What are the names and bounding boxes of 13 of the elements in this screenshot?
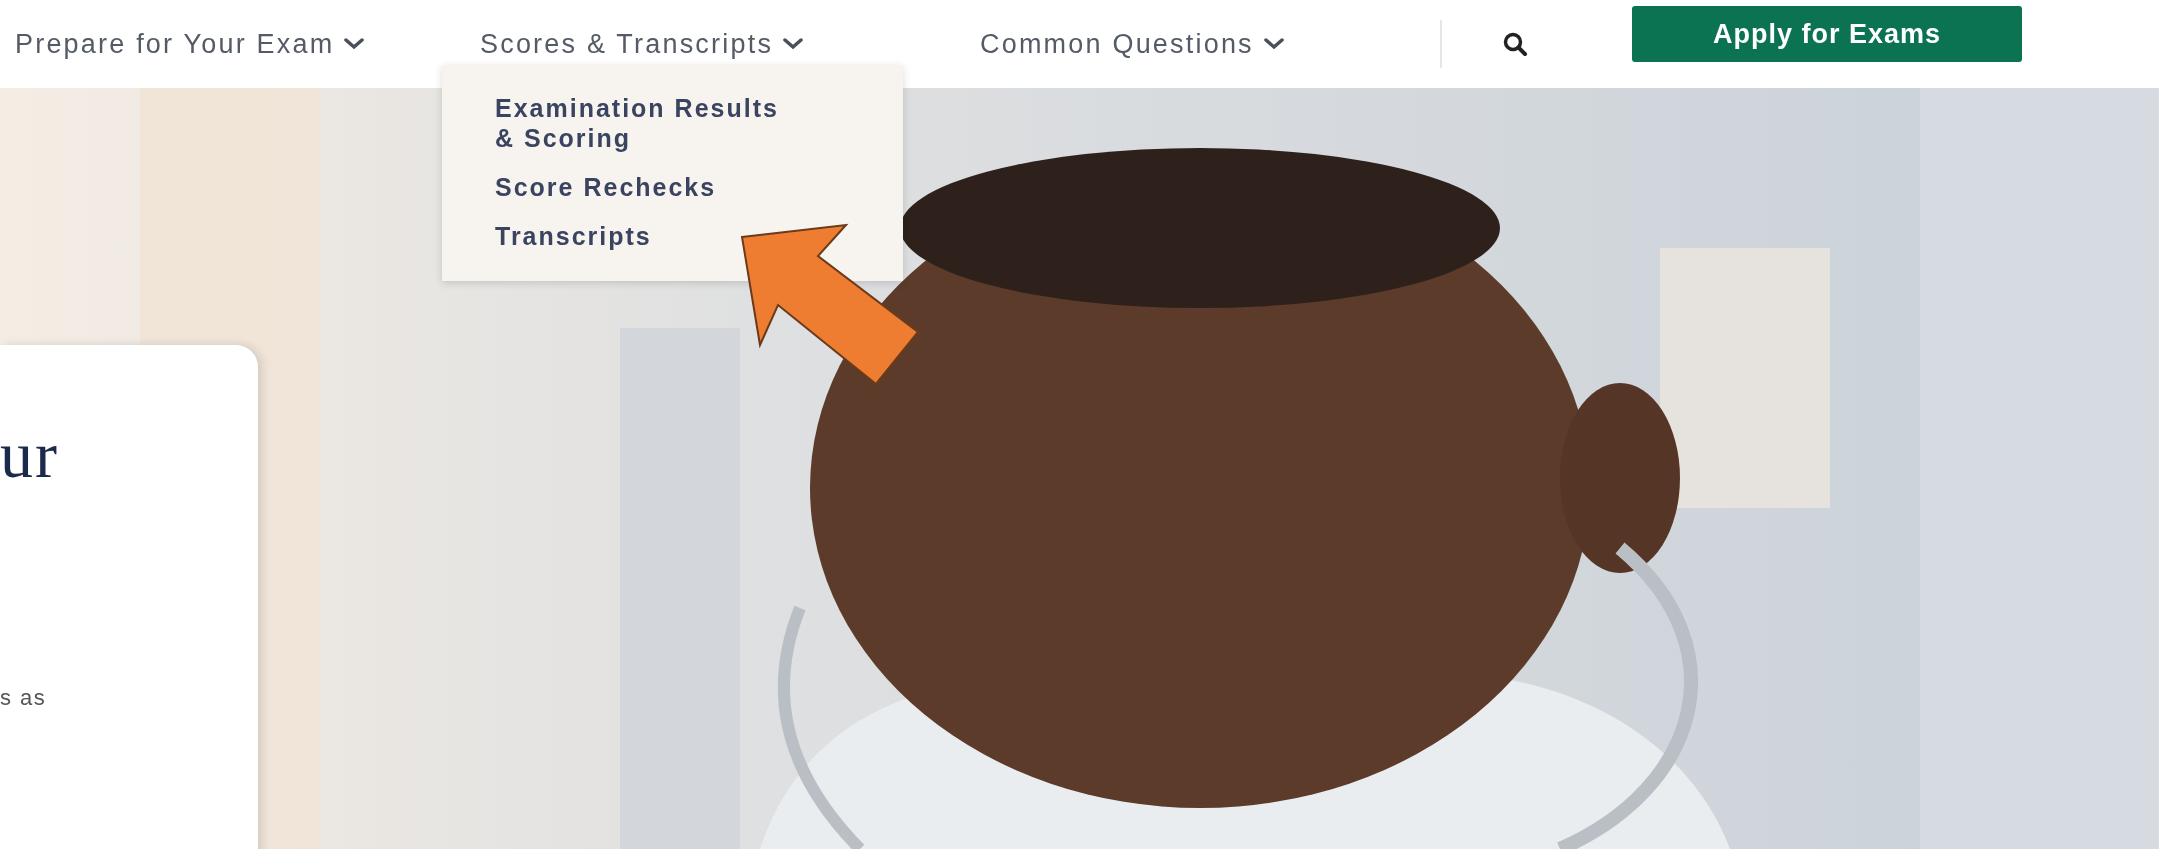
dropdown-link[interactable]: Score Rechecks xyxy=(495,171,717,202)
apply-button[interactable]: Apply for Exams xyxy=(1632,6,2022,62)
hero-heading: ur xyxy=(0,417,59,493)
chevron-down-icon xyxy=(783,38,804,50)
chevron-down-icon xyxy=(1263,38,1284,50)
chevron-down-icon xyxy=(344,38,365,50)
dropdown-link[interactable]: Examination Results & Scoring xyxy=(495,92,795,153)
dropdown-link[interactable]: Transcripts xyxy=(495,220,652,251)
search-icon[interactable] xyxy=(1502,31,1528,57)
nav-menu-item[interactable]: Prepare for Your Exam xyxy=(15,24,365,64)
nav-menu-item[interactable]: Scores & Transcripts xyxy=(480,24,804,64)
nav-menu-item[interactable]: Common Questions xyxy=(980,24,1284,64)
hero-text: s as xyxy=(0,685,47,711)
